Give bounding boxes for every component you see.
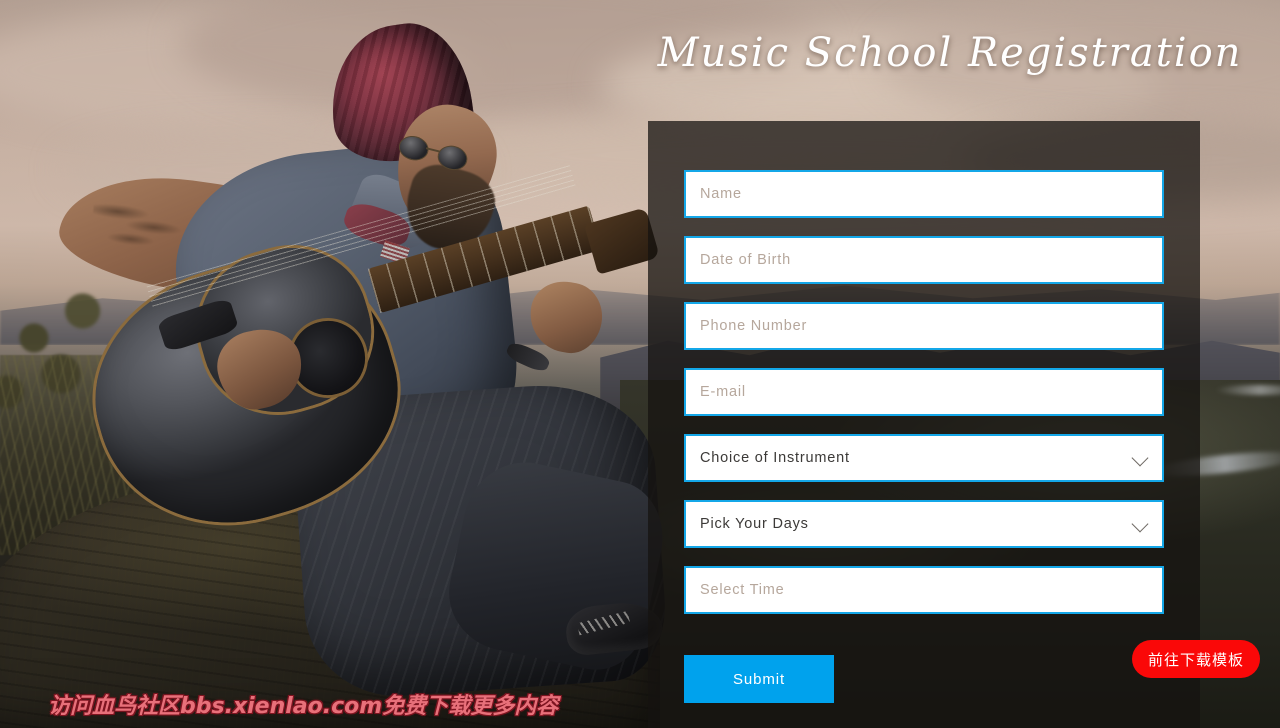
days-select[interactable]: Pick Your Days <box>684 500 1164 548</box>
date-of-birth-field[interactable]: Date of Birth <box>684 236 1164 284</box>
chevron-down-icon <box>1131 449 1149 467</box>
guitarist-figure <box>0 0 674 728</box>
phone-number-field[interactable]: Phone Number <box>684 302 1164 350</box>
fretting-hand <box>524 276 608 358</box>
email-field-placeholder: E-mail <box>700 384 746 400</box>
page-root: Music School Registration Name Date of B… <box>0 0 1280 728</box>
date-of-birth-field-placeholder: Date of Birth <box>700 252 791 268</box>
name-field-placeholder: Name <box>700 186 742 202</box>
arm-tattoo <box>89 191 191 259</box>
registration-form: Name Date of Birth Phone Number E-mail C… <box>684 170 1164 632</box>
email-field[interactable]: E-mail <box>684 368 1164 416</box>
select-time-field-placeholder: Select Time <box>700 582 785 598</box>
phone-number-field-placeholder: Phone Number <box>700 318 808 334</box>
instrument-select[interactable]: Choice of Instrument <box>684 434 1164 482</box>
days-select-label: Pick Your Days <box>700 516 809 532</box>
select-time-field[interactable]: Select Time <box>684 566 1164 614</box>
instrument-select-label: Choice of Instrument <box>700 450 850 466</box>
download-template-badge[interactable]: 前往下载模板 <box>1131 640 1260 678</box>
chevron-down-icon <box>1131 515 1149 533</box>
submit-button[interactable]: Submit <box>684 655 834 703</box>
site-watermark: 访问血鸟社区bbs.xienlao.com免费下载更多内容 <box>48 694 559 719</box>
page-title: Music School Registration <box>657 30 1243 76</box>
name-field[interactable]: Name <box>684 170 1164 218</box>
